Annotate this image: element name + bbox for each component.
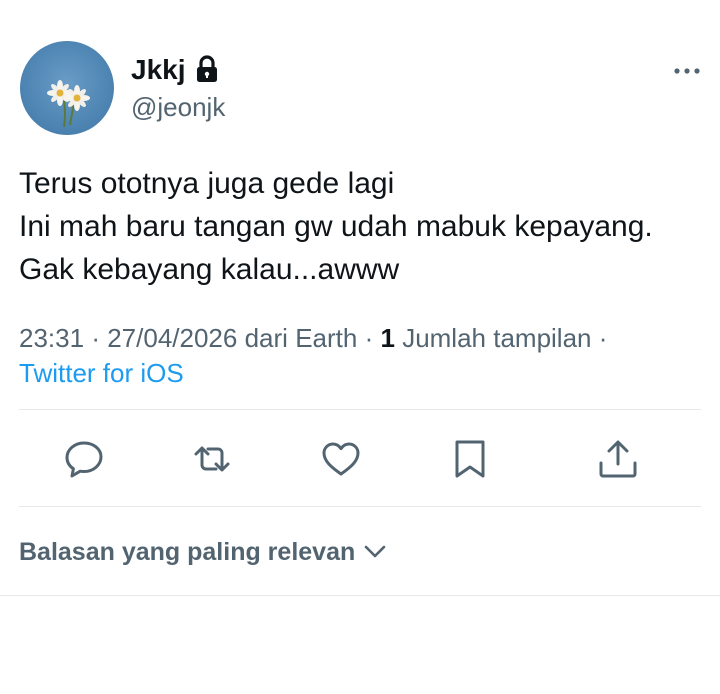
retweet-icon [194, 446, 230, 472]
replies-sort-dropdown[interactable]: Balasan yang paling relevan [19, 534, 387, 570]
bookmark-icon [455, 440, 485, 478]
chevron-down-icon [364, 545, 386, 558]
tweet-line: Gak kebayang kalau...awww [19, 253, 400, 286]
meta-separator: · [364, 323, 374, 353]
meta-separator: · [598, 323, 608, 353]
reply-icon [65, 441, 103, 478]
bookmark-button[interactable] [448, 437, 492, 481]
location-prefix: dari [244, 323, 288, 353]
more-options-icon[interactable] [672, 60, 702, 82]
tweet-text: Terus ototnya juga gede lagi Ini mah bar… [19, 162, 709, 291]
daisy-flowers-avatar [20, 41, 114, 135]
meta-separator: · [91, 323, 100, 353]
author-handle[interactable]: @jeonjk [131, 91, 225, 123]
tweet-line: Terus ototnya juga gede lagi [19, 167, 395, 200]
divider [0, 595, 720, 596]
like-button[interactable] [319, 437, 363, 481]
tweet-location[interactable]: Earth [295, 323, 357, 353]
views-count: 1 [380, 323, 395, 353]
divider [19, 409, 701, 410]
tweet-source-link[interactable]: Twitter for iOS [19, 355, 184, 391]
share-button[interactable] [596, 437, 640, 481]
share-icon [599, 440, 637, 478]
divider [19, 506, 701, 507]
tweet-meta: 23:31 · 27/04/2026 dari Earth · 1 Jumlah… [19, 320, 709, 356]
author-display-name[interactable]: Jkkj [131, 53, 186, 87]
reply-button[interactable] [62, 437, 106, 481]
heart-icon [322, 442, 360, 476]
lock-icon [194, 54, 220, 84]
replies-sort-label: Balasan yang paling relevan [19, 538, 356, 566]
tweet-line: Ini mah baru tangan gw udah mabuk kepaya… [19, 210, 653, 243]
retweet-button[interactable] [190, 437, 234, 481]
tweet-date[interactable]: 27/04/2026 [107, 323, 237, 353]
views-label: Jumlah tampilan [402, 323, 592, 353]
avatar[interactable] [20, 41, 114, 135]
tweet-time[interactable]: 23:31 [19, 323, 84, 353]
author-display-name-row[interactable]: Jkkj [131, 53, 220, 87]
